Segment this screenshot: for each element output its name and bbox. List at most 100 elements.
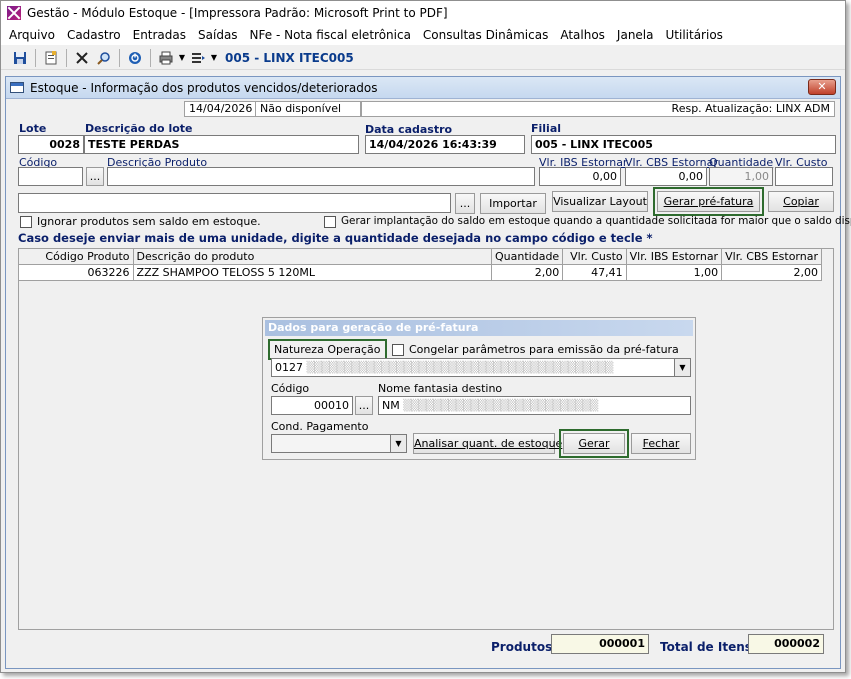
nome-fantasia-field[interactable]: NM ▒▒▒▒▒▒▒▒▒▒▒▒▒▒▒▒▒▒▒▒▒▒▒▒▒▒ bbox=[378, 396, 691, 415]
column-header-quantidade[interactable]: Quantidade bbox=[491, 248, 564, 265]
custo-field[interactable] bbox=[775, 167, 833, 186]
codigo-field[interactable] bbox=[18, 167, 83, 186]
import-file-field[interactable] bbox=[18, 193, 451, 213]
app-title: Gestão - Módulo Estoque - [Impressora Pa… bbox=[27, 6, 448, 20]
filial-label: Filial bbox=[531, 122, 562, 135]
nome-fantasia-label: Nome fantasia destino bbox=[378, 382, 503, 395]
visualizar-layout-button[interactable]: Visualizar Layout bbox=[552, 191, 648, 212]
toolbar-separator bbox=[66, 48, 67, 67]
descricao-lote-field[interactable]: TESTE PERDAS bbox=[84, 135, 359, 154]
menu-utilitarios[interactable]: Utilitários bbox=[660, 28, 729, 42]
table-row[interactable]: 063226 ZZZ SHAMPOO TELOSS 5 120ML 2,00 4… bbox=[18, 264, 822, 281]
delete-icon[interactable] bbox=[71, 48, 93, 68]
lote-field[interactable]: 0028 bbox=[18, 135, 84, 154]
fechar-button[interactable]: Fechar bbox=[631, 433, 691, 454]
gerar-button[interactable]: Gerar bbox=[559, 429, 629, 458]
gerar-implantacao-label: Gerar implantação do saldo em estoque qu… bbox=[341, 215, 851, 227]
current-store: 005 - LINX ITEC005 bbox=[225, 50, 354, 65]
codigo-lookup-button[interactable]: ... bbox=[86, 167, 104, 186]
chevron-down-icon[interactable]: ▼ bbox=[209, 48, 219, 68]
lote-label: Lote bbox=[19, 122, 47, 135]
copiar-button[interactable]: Copiar bbox=[768, 191, 834, 212]
toolbar-separator bbox=[35, 48, 36, 67]
app-logo-icon bbox=[7, 6, 21, 20]
dialog-codigo-field[interactable]: 00010 bbox=[271, 396, 353, 415]
congelar-parametros-label: Congelar parâmetros para emissão da pré-… bbox=[409, 343, 679, 356]
natureza-operacao-redacted: ▒▒▒▒▒▒▒▒▒▒▒▒▒▒▒▒▒▒▒▒▒▒▒▒▒▒▒▒▒▒▒▒▒▒▒▒▒▒▒▒… bbox=[306, 361, 614, 374]
cell-custo[interactable]: 47,41 bbox=[562, 264, 627, 281]
items-table: Código Produto Descrição do produto Quan… bbox=[18, 248, 822, 281]
chevron-down-icon[interactable]: ▼ bbox=[390, 435, 406, 452]
natureza-operacao-value: 0127 bbox=[275, 361, 303, 374]
window-icon bbox=[10, 82, 24, 93]
dialog-codigo-label: Código bbox=[271, 382, 310, 395]
chevron-down-icon[interactable]: ▼ bbox=[177, 48, 187, 68]
close-button[interactable]: ✕ bbox=[808, 79, 836, 95]
estoque-window: Estoque - Informação dos produtos vencid… bbox=[5, 76, 851, 669]
main-window: Gestão - Módulo Estoque - [Impressora Pa… bbox=[0, 0, 851, 673]
cell-ibs[interactable]: 1,00 bbox=[625, 264, 723, 281]
toolbar-separator bbox=[150, 48, 151, 67]
import-file-browse-button[interactable]: ... bbox=[455, 193, 475, 214]
column-header-codigo[interactable]: Código Produto bbox=[18, 248, 134, 265]
quantidade-field[interactable]: 1,00 bbox=[709, 167, 773, 186]
analisar-estoque-button[interactable]: Analisar quant. de estoque bbox=[413, 433, 562, 454]
quantity-hint: Caso deseje enviar mais de uma unidade, … bbox=[18, 231, 653, 245]
pre-fatura-dialog: Dados para geração de pré-fatura Naturez… bbox=[262, 317, 696, 460]
menu-cadastro[interactable]: Cadastro bbox=[61, 28, 127, 42]
toolbar-separator bbox=[119, 48, 120, 67]
status-availability: Não disponível bbox=[255, 101, 361, 117]
total-itens-count: 000002 bbox=[748, 634, 824, 654]
status-date: 14/04/2026 bbox=[184, 101, 256, 117]
status-resp: Resp. Atualização: LINX ADM bbox=[361, 101, 835, 117]
natureza-operacao-select[interactable]: 0127 ▒▒▒▒▒▒▒▒▒▒▒▒▒▒▒▒▒▒▒▒▒▒▒▒▒▒▒▒▒▒▒▒▒▒▒… bbox=[271, 358, 691, 377]
estoque-window-title-bar: Estoque - Informação dos produtos vencid… bbox=[6, 77, 840, 99]
chevron-down-icon[interactable]: ▼ bbox=[674, 359, 690, 376]
cell-quantidade[interactable]: 2,00 bbox=[491, 264, 564, 281]
power-icon[interactable] bbox=[124, 48, 146, 68]
importar-button[interactable]: Importar bbox=[480, 193, 546, 214]
title-bar: Gestão - Módulo Estoque - [Impressora Pa… bbox=[1, 1, 845, 25]
produtos-label: Produtos: bbox=[491, 640, 558, 654]
descricao-lote-label: Descrição do lote bbox=[85, 122, 193, 135]
cond-pagamento-label: Cond. Pagamento bbox=[271, 420, 369, 433]
menu-saidas[interactable]: Saídas bbox=[192, 28, 244, 42]
ibs-field[interactable]: 0,00 bbox=[539, 167, 621, 186]
nome-fantasia-value: NM bbox=[382, 399, 400, 412]
column-header-descricao[interactable]: Descrição do produto bbox=[132, 248, 493, 265]
cell-codigo[interactable]: 063226 bbox=[18, 264, 134, 281]
table-header-row: Código Produto Descrição do produto Quan… bbox=[18, 248, 822, 265]
filial-field[interactable]: 005 - LINX ITEC005 bbox=[531, 135, 836, 154]
menu-atalhos[interactable]: Atalhos bbox=[554, 28, 611, 42]
produtos-count: 000001 bbox=[551, 634, 649, 654]
gerar-pre-fatura-button[interactable]: Gerar pré-fatura bbox=[653, 187, 764, 216]
new-document-icon[interactable] bbox=[40, 48, 62, 68]
descricao-produto-field[interactable] bbox=[107, 167, 535, 186]
cell-descricao[interactable]: ZZZ SHAMPOO TELOSS 5 120ML bbox=[132, 264, 493, 281]
gerar-implantacao-checkbox[interactable] bbox=[324, 216, 336, 228]
save-icon[interactable] bbox=[9, 48, 31, 68]
menu-bar: Arquivo Cadastro Entradas Saídas NFe - N… bbox=[1, 25, 845, 45]
column-header-cbs[interactable]: Vlr. CBS Estornar bbox=[721, 248, 822, 265]
menu-consultas-dinamicas[interactable]: Consultas Dinâmicas bbox=[417, 28, 554, 42]
column-header-custo[interactable]: Vlr. Custo bbox=[562, 248, 627, 265]
pre-fatura-dialog-title: Dados para geração de pré-fatura bbox=[265, 320, 693, 336]
menu-entradas[interactable]: Entradas bbox=[127, 28, 192, 42]
menu-nfe[interactable]: NFe - Nota fiscal eletrônica bbox=[244, 28, 417, 42]
cond-pagamento-select[interactable]: ▼ bbox=[271, 434, 407, 453]
congelar-parametros-checkbox[interactable] bbox=[392, 344, 404, 356]
printer-icon[interactable] bbox=[155, 48, 177, 68]
cell-cbs[interactable]: 2,00 bbox=[721, 264, 822, 281]
nome-fantasia-redacted: ▒▒▒▒▒▒▒▒▒▒▒▒▒▒▒▒▒▒▒▒▒▒▒▒▒▒ bbox=[403, 399, 598, 412]
menu-arquivo[interactable]: Arquivo bbox=[3, 28, 61, 42]
ignorar-sem-saldo-checkbox[interactable] bbox=[20, 216, 32, 228]
dialog-codigo-lookup-button[interactable]: ... bbox=[355, 396, 373, 415]
cbs-field[interactable]: 0,00 bbox=[625, 167, 707, 186]
report-icon[interactable] bbox=[187, 48, 209, 68]
search-icon[interactable] bbox=[93, 48, 115, 68]
estoque-window-title: Estoque - Informação dos produtos vencid… bbox=[30, 80, 378, 95]
data-cadastro-field[interactable]: 14/04/2026 16:43:39 bbox=[365, 135, 525, 154]
menu-janela[interactable]: Janela bbox=[611, 28, 660, 42]
column-header-ibs[interactable]: Vlr. IBS Estornar bbox=[625, 248, 723, 265]
natureza-operacao-label: Natureza Operação bbox=[268, 339, 387, 360]
